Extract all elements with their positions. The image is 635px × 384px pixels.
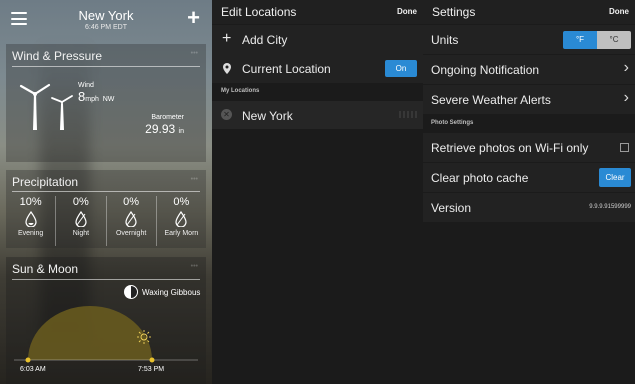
unit-fahrenheit-button[interactable]: °F (563, 31, 597, 49)
weather-header: New York 6:46 PM EDT + (0, 0, 212, 40)
add-icon[interactable]: + (187, 7, 200, 29)
precip-period: Overnight (115, 230, 147, 237)
chevron-right-icon: › (623, 89, 629, 106)
precip-column: 0% Overnight (105, 196, 156, 246)
precip-column: 10% Evening (6, 196, 55, 246)
precip-period: Evening (17, 230, 44, 237)
settings-title: Settings (432, 5, 476, 19)
version-label: Version (431, 201, 472, 215)
settings-panel: Settings Done Units °F °C Ongoing Notifi… (423, 0, 635, 384)
wind-turbine-small-icon (51, 95, 73, 130)
barometer-value: 29.93 in (145, 122, 184, 136)
card-watermark: ••• (190, 263, 198, 270)
clear-cache-label: Clear photo cache (431, 171, 529, 185)
plus-icon: + (222, 30, 232, 47)
city-name: New York (78, 8, 134, 23)
location-name: New York (242, 109, 293, 123)
wind-direction: NW (102, 96, 115, 103)
sunset-time: 7:53 PM (138, 366, 165, 373)
sun-moon-card: Sun & Moon ••• Waxing Gibbous 6:03 AM 7:… (6, 257, 206, 384)
ongoing-notification-row[interactable]: Ongoing Notification › (423, 55, 635, 84)
wind-turbine-icon (19, 83, 51, 130)
wind-label: Wind (78, 82, 94, 89)
location-row[interactable]: ✕ New York (212, 101, 423, 129)
local-time: 6:46 PM EDT (84, 24, 127, 31)
precip-columns: 10% Evening 0% Night 0% Overnight 0% Ear… (6, 196, 206, 246)
precip-column: 0% Night (55, 196, 105, 246)
location-pin-icon (223, 63, 231, 74)
edit-locations-panel: Edit Locations Done + Add City Current L… (212, 0, 423, 384)
my-locations-section-label: My Locations (221, 88, 260, 94)
units-row: Units °F °C (423, 25, 635, 54)
sunrise-time: 6:03 AM (20, 366, 46, 373)
precip-card-title: Precipitation (12, 175, 79, 189)
version-row: Version 9.9.9.91599999 (423, 193, 635, 222)
wind-unit: mph (85, 96, 99, 103)
divider (12, 66, 200, 67)
barometer-unit: in (178, 128, 184, 135)
precip-percent: 0% (123, 196, 140, 208)
photo-settings-section-label: Photo Settings (431, 120, 474, 126)
add-city-label: Add City (242, 33, 288, 47)
card-watermark: ••• (190, 176, 198, 183)
delete-icon[interactable]: ✕ (221, 109, 232, 120)
chevron-right-icon: › (623, 59, 629, 76)
wifi-photos-checkbox[interactable] (620, 143, 629, 152)
precip-percent: 10% (19, 196, 42, 208)
wind-value: 8mph NW (78, 89, 114, 104)
precip-period: Early Morn (164, 230, 199, 237)
precip-period: Night (72, 230, 90, 237)
sun-arc-chart (14, 306, 198, 363)
divider (12, 279, 200, 280)
card-watermark: ••• (190, 50, 198, 57)
current-location-row: Current Location On (212, 54, 423, 83)
raindrop-icon (25, 211, 37, 227)
edit-locations-header: Edit Locations Done (212, 0, 423, 24)
raindrop-icon (175, 211, 187, 227)
units-label: Units (431, 33, 459, 47)
wind-pressure-card: Wind & Pressure ••• Wind 8mph NW Baromet… (6, 44, 206, 162)
unit-celsius-button[interactable]: °C (597, 31, 631, 49)
precipitation-card: Precipitation ••• 10% Evening 0% Night 0… (6, 170, 206, 248)
drag-handle-icon[interactable] (399, 111, 417, 118)
weather-panel: New York 6:46 PM EDT + Wind & Pressure •… (0, 0, 212, 384)
units-toggle[interactable]: °F °C (563, 31, 631, 49)
current-location-label: Current Location (242, 62, 331, 76)
moon-phase-label: Waxing Gibbous (142, 288, 201, 297)
done-button[interactable]: Done (397, 7, 417, 16)
divider (12, 191, 200, 192)
raindrop-icon (75, 211, 87, 227)
edit-locations-title: Edit Locations (221, 5, 297, 19)
current-location-toggle[interactable]: On (385, 60, 417, 77)
precip-percent: 0% (72, 196, 89, 208)
precip-percent: 0% (173, 196, 190, 208)
severe-alerts-label: Severe Weather Alerts (431, 93, 551, 107)
clear-cache-button[interactable]: Clear (599, 168, 631, 187)
barometer-label: Barometer (151, 114, 184, 121)
wind-card-title: Wind & Pressure (12, 49, 103, 63)
sun-card-title: Sun & Moon (12, 262, 79, 276)
settings-header: Settings Done (423, 0, 635, 24)
raindrop-icon (125, 211, 137, 227)
done-button[interactable]: Done (609, 7, 629, 16)
wifi-photos-label: Retrieve photos on Wi-Fi only (431, 141, 589, 155)
precip-column: 0% Early Morn (155, 196, 206, 246)
add-city-row[interactable]: + Add City (212, 25, 423, 54)
wifi-photos-row[interactable]: Retrieve photos on Wi-Fi only (423, 133, 635, 162)
barometer-number: 29.93 (145, 122, 176, 136)
severe-alerts-row[interactable]: Severe Weather Alerts › (423, 85, 635, 114)
version-value: 9.9.9.91599999 (589, 204, 631, 210)
ongoing-notification-label: Ongoing Notification (431, 63, 540, 77)
clear-cache-row: Clear photo cache Clear (423, 163, 635, 192)
